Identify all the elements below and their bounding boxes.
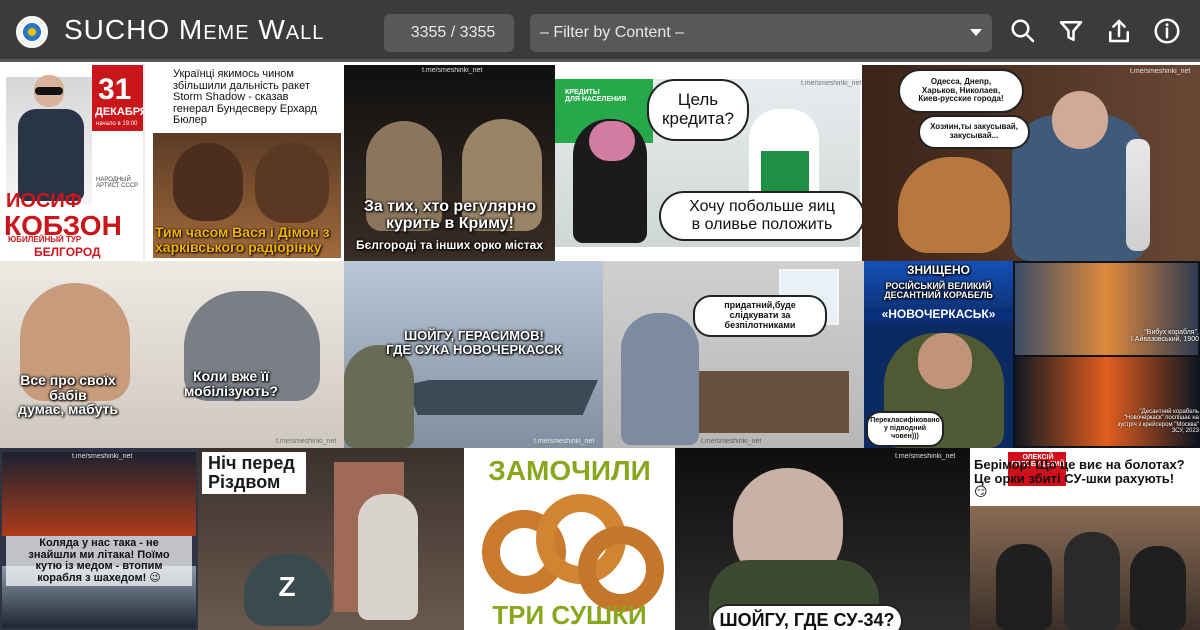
bank-sign: КРЕДИТЫ ДЛЯ НАСЕЛЕНИЯ [565, 89, 627, 104]
meme-tile-zaluzhny[interactable]: ЗНИЩЕНО РОСІЙСЬКИЙ ВЕЛИКИЙ ДЕСАНТНИЙ КОР… [864, 261, 1013, 448]
dogs-bottom-caption: Тим часом Вася і Дімон з харківського ра… [155, 224, 330, 255]
meme-tile-christmas-eve[interactable]: Z Ніч перед Різдвом [198, 448, 464, 630]
dogs-top-caption: Українці якимось чином збільшили дальніс… [173, 68, 317, 127]
barrymore-person-right [1130, 546, 1186, 630]
bank-question-bubble: Цель кредита? [647, 79, 749, 141]
meme-tile-prigozhin[interactable]: t.me/smeshinki_net ШОЙГУ, ГДЕ СУ-34? [675, 448, 970, 630]
prigozhin-bubble: ШОЙГУ, ГДЕ СУ-34? [711, 604, 903, 630]
info-icon[interactable] [1152, 16, 1182, 46]
ship-watermark: t.me/smeshinki_net [534, 438, 595, 445]
koliada-caption: Коляда у нас така - не знайшли ми літака… [6, 536, 192, 587]
zaluzhny-h3: «НОВОЧЕРКАСЬК» [864, 308, 1013, 321]
meme-tile-ship[interactable]: ШОЙГУ, ГЕРАСИМОВ! ГДЕ СУКА НОВОЧЕРКАССК … [344, 261, 603, 448]
chevron-down-icon [970, 29, 982, 36]
christmas-z: Z [278, 571, 296, 602]
office-man-leaning [621, 313, 699, 445]
zaluzhny-face [918, 333, 972, 389]
office-bubble: придатний,буде слідкувати за безпілотник… [693, 295, 827, 337]
zaluzhny-h2: РОСІЙСЬКИЙ ВЕЛИКИЙ ДЕСАНТНИЙ КОРАБЕЛЬ [884, 281, 993, 301]
share-icon[interactable] [1104, 16, 1134, 46]
meme-tile-bed[interactable]: Все про своїх бабів думає, мабуть Коли в… [0, 261, 344, 448]
bed-watermark: t.me/smeshinki_net [276, 438, 337, 445]
meme-tile-crimea-toast[interactable]: t.me/smeshinki_net За тих, хто регулярно… [344, 65, 555, 261]
kobzon-city: БЕЛГОРОД [34, 245, 101, 259]
kobzon-glasses [35, 87, 63, 95]
filter-select-value: – Filter by Content – [540, 24, 685, 41]
christmas-man [358, 494, 418, 620]
sucho-logo [16, 16, 48, 48]
kobzon-tour: ЮБИЛЕЙНЫЙ ТУР [8, 235, 82, 244]
kobzon-rank: НАРОДНЫЙ АРТИСТ СССР [96, 177, 139, 190]
medvedev-dog [898, 157, 1010, 253]
medvedev-top-bubble: Одесса, Днепр, Харьков, Николаев, Киев-р… [898, 69, 1024, 113]
bed-right-caption: Коли вже її мобілізують? [183, 368, 279, 399]
meme-tile-aivazovsky[interactable]: "Вибух корабля", І.Айвазовський, 1900 "Д… [1013, 261, 1200, 448]
koliada-watermark: t.me/smeshinki_net [72, 453, 133, 460]
aivazovsky-top-caption: "Вибух корабля", І.Айвазовський, 1900 [1130, 329, 1199, 344]
meme-tile-office[interactable]: придатний,буде слідкувати за безпілотник… [603, 261, 864, 448]
dog-right [255, 143, 329, 223]
crimea-sub-caption: Бєлгороді та інших орко містах [356, 238, 543, 252]
meme-tile-barrymore[interactable]: ОЛЕКСІЙ ГОЛОБУЦЬКИЙ Берімор! Що це виє н… [970, 448, 1200, 630]
app-header: SUCHO Meme Wall 3355 / 3355 – Filter by … [0, 0, 1200, 62]
prigozhin-left [344, 345, 414, 448]
zaluzhny-bubble: "Перекласифіковано" у підводний човен))) [866, 411, 944, 447]
crimea-watermark: t.me/smeshinki_net [422, 67, 483, 74]
kobzon-month: ДЕКАБРЯ [95, 106, 145, 118]
bed-left-caption: Все про своїх бабів думає, мабуть [18, 372, 118, 418]
filter-icon[interactable] [1056, 16, 1086, 46]
app-title: SUCHO Meme Wall [64, 14, 325, 45]
medvedev-watermark: t.me/smeshinki_net [1130, 68, 1191, 75]
vodka-bottle [1126, 139, 1150, 251]
office-desk [699, 371, 849, 433]
aivazovsky-bottom-caption: "Десантний корабель "Новочеркаск" поспіш… [1117, 409, 1199, 434]
sushki-top: ЗАМОЧИЛИ [488, 455, 651, 486]
barrymore-person-left [996, 544, 1052, 630]
zaluzhny-h1: ЗНИЩЕНО [906, 263, 971, 277]
meme-tile-kobzon[interactable]: 31 ДЕКАБРЯ начало в 19:00 НАРОДНЫЙ АРТИС… [0, 65, 145, 261]
meme-tile-koliada[interactable]: t.me/smeshinki_net Коляда у нас така - н… [0, 448, 198, 630]
koliada-night-city [2, 452, 196, 536]
barrymore-text: Берімор! Що це виє на болотах? Це орки з… [974, 457, 1185, 500]
crimea-main-caption: За тих, хто регулярно курить в Криму! [363, 198, 537, 232]
meme-tile-sushki[interactable]: ЗАМОЧИЛИ ТРИ СУШКИ [464, 448, 675, 630]
bank-answer-bubble: Хочу побольше яиц в оливье положить [659, 191, 862, 241]
bank-customer-scarf [589, 121, 635, 161]
prigozhin-watermark: t.me/smeshinki_net [895, 453, 956, 460]
content-filter-select[interactable]: – Filter by Content – [530, 14, 992, 52]
bank-watermark: t.me/smeshinki_net [801, 80, 862, 87]
sushki-bottom: ТРИ СУШКИ [492, 600, 647, 630]
christmas-title: Ніч перед Різдвом [202, 452, 306, 494]
dog-left [173, 143, 243, 221]
kobzon-time: начало в 19:00 [96, 121, 138, 127]
meme-tile-medvedev-dog[interactable]: t.me/smeshinki_net Одесса, Днепр, Харько… [862, 65, 1200, 261]
ship-caption: ШОЙГУ, ГЕРАСИМОВ! ГДЕ СУКА НОВОЧЕРКАССК [386, 328, 562, 357]
meme-tile-bank-credit[interactable]: КРЕДИТЫ ДЛЯ НАСЕЛЕНИЯ t.me/smeshinki_net… [555, 65, 862, 261]
medvedev-mid-bubble: Хозяин,ты закусывай, закусывай... [918, 115, 1030, 149]
meme-tile-dogs[interactable]: Українці якимось чином збільшили дальніс… [145, 65, 344, 261]
barrymore-person-mid [1064, 532, 1120, 630]
kobzon-date: 31 [98, 73, 132, 106]
meme-count: 3355 / 3355 [384, 14, 514, 52]
medvedev-head [1052, 91, 1108, 149]
kobzon-name-small: ИОСИФ [6, 190, 82, 212]
office-watermark: t.me/smeshinki_net [701, 438, 762, 445]
kobzon-jacket [18, 109, 84, 201]
search-icon[interactable] [1008, 16, 1038, 46]
